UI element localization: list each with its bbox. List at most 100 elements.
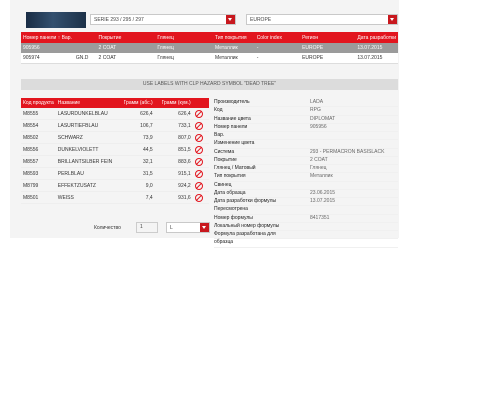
- column-header-code[interactable]: Код продукта: [21, 98, 56, 108]
- cell-code: M8556: [21, 143, 56, 156]
- property-row: образца: [214, 239, 398, 248]
- column-header-var[interactable]: [73, 32, 97, 43]
- property-label: Номер формулы: [214, 214, 253, 221]
- cell-grams-cum: 851,5: [154, 143, 193, 156]
- property-row: Изменение цвета: [214, 140, 398, 149]
- cell-grams-cum: 733,1: [154, 119, 193, 132]
- table-row[interactable]: M8556 DUNKELVIOLETT 44,5 851,5: [21, 143, 209, 156]
- prohibited-icon[interactable]: [194, 133, 203, 142]
- region-select[interactable]: EUROPE: [246, 14, 398, 25]
- table-row[interactable]: M8555 LASURDUNKELBLAU 626,4 626,4: [21, 108, 209, 120]
- cell-grams-abs: 106,7: [116, 119, 155, 132]
- chevron-down-icon[interactable]: [200, 223, 209, 232]
- cell-action: [192, 143, 209, 156]
- prohibited-icon[interactable]: [194, 121, 203, 130]
- cell-action: [192, 191, 209, 204]
- cell-name: EFFEKTZUSATZ: [55, 179, 117, 192]
- cell-color-index: -: [254, 53, 301, 64]
- cell-grams-abs: 73,9: [116, 131, 155, 144]
- table-header-row: Номер панели ↑ Вар. Покрытие Глянец Тип …: [21, 32, 398, 43]
- formula-variants-table: Номер панели ↑ Вар. Покрытие Глянец Тип …: [21, 32, 398, 64]
- cell-grams-cum: 924,2: [154, 179, 193, 192]
- property-row: Код RPG: [214, 107, 398, 116]
- quantity-input[interactable]: 1: [136, 222, 158, 233]
- hazard-notice-banner: USE LABELS WITH CLP HAZARD SYMBOL "DEAD …: [21, 79, 398, 90]
- region-select-value: EUROPE: [250, 17, 272, 23]
- cell-action: [192, 155, 209, 168]
- property-value: 23.06.2015: [310, 189, 336, 196]
- cell-grams-abs: 31,5: [116, 167, 155, 180]
- property-label: Дата образца: [214, 189, 246, 196]
- property-label: Вар.: [214, 132, 225, 138]
- cell-name: PERLBLAU: [55, 167, 117, 180]
- column-header-name[interactable]: Название: [55, 98, 117, 108]
- column-header-coating[interactable]: Покрытие: [96, 32, 156, 43]
- property-label: Система: [214, 148, 235, 155]
- cell-code: M8554: [21, 119, 56, 132]
- property-row: Тип покрытия Металлик: [214, 173, 398, 182]
- property-row: Свинец: [214, 182, 398, 190]
- cell-gloss: Глянец: [155, 43, 214, 53]
- cell-coating-type: Металлик: [213, 53, 255, 64]
- column-header-date[interactable]: Дата разработки: [355, 32, 398, 43]
- prohibited-icon[interactable]: [194, 145, 203, 154]
- table-row[interactable]: M8799 EFFEKTZUSATZ 9,0 924,2: [21, 179, 209, 192]
- formula-properties: Производитель LADA Код RPG Название цвета DIP…: [214, 99, 398, 248]
- column-header-coating-type[interactable]: Тип покрытия: [213, 32, 255, 43]
- cell-panel: 905974: [21, 53, 74, 64]
- column-header-panel[interactable]: Номер панели ↑ Вар.: [21, 32, 74, 43]
- table-row-selected[interactable]: 905956 2 COAT Глянец Металлик - EUROPE 1…: [21, 43, 398, 53]
- table-row[interactable]: 905974 GN.D 2 COAT Глянец Металлик - EUR…: [21, 53, 398, 64]
- table-row[interactable]: M8502 SCHWARZ 73,9 807,0: [21, 131, 209, 144]
- table-row[interactable]: M8554 LASURTIEFBLAU 106,7 733,1: [21, 119, 209, 132]
- property-value: 293 - PERMACRON BASISLACK: [310, 148, 385, 155]
- column-header-gloss[interactable]: Глянец: [155, 32, 214, 43]
- prohibited-icon[interactable]: [194, 193, 203, 202]
- column-header-color-index[interactable]: Color index: [254, 32, 301, 43]
- cell-color-index: -: [254, 43, 301, 53]
- property-row: Локальный номер формулы: [214, 223, 398, 231]
- cell-action: [192, 108, 209, 120]
- property-label: Производитель: [214, 99, 250, 105]
- property-label: Название цвета: [214, 115, 251, 122]
- column-header-grams-cum[interactable]: Грамм (кум.): [154, 98, 193, 108]
- cell-grams-cum: 915,1: [154, 167, 193, 180]
- cell-grams-cum: 807,0: [154, 131, 193, 144]
- cell-coating-type: Металлик: [213, 43, 255, 53]
- series-select[interactable]: SERIE 293 / 295 / 297: [90, 14, 236, 25]
- column-header-region[interactable]: Регион: [300, 32, 356, 43]
- prohibited-icon[interactable]: [194, 157, 203, 166]
- property-row: Система 293 - PERMACRON BASISLACK: [214, 149, 398, 157]
- cell-coating: 2 COAT: [96, 43, 156, 53]
- cell-name: DUNKELVIOLETT: [55, 143, 117, 156]
- quantity-label: Количество: [94, 225, 121, 231]
- property-value: 905956: [310, 123, 327, 130]
- property-label: Изменение цвета: [214, 140, 255, 147]
- chevron-down-icon[interactable]: [388, 15, 397, 24]
- unit-select[interactable]: L: [166, 222, 210, 233]
- property-value: 13.07.2015: [310, 198, 336, 204]
- cell-action: [192, 167, 209, 180]
- table-row[interactable]: M8501 WEISS 7,4 931,6: [21, 191, 209, 204]
- property-label: Свинец: [214, 181, 232, 188]
- property-label: образца: [214, 239, 234, 246]
- cell-panel: 905956: [21, 43, 74, 53]
- property-label: Код: [214, 107, 223, 114]
- chevron-down-icon[interactable]: [226, 15, 235, 24]
- prohibited-icon[interactable]: [194, 109, 203, 118]
- property-row: Глянец / Матовый Глянец: [214, 165, 398, 174]
- property-label: Номер панели: [214, 123, 248, 130]
- column-header-grams-abs[interactable]: Грамм (абс.): [116, 98, 155, 108]
- column-header-action: [192, 98, 209, 108]
- cell-code: M8502: [21, 131, 56, 144]
- property-row: Дата образца 23.06.2015: [214, 190, 398, 198]
- prohibited-icon[interactable]: [194, 181, 203, 190]
- cell-code: M8557: [21, 155, 56, 168]
- cell-gloss: Глянец: [155, 53, 214, 64]
- cell-name: WEISS: [55, 191, 117, 204]
- table-row[interactable]: M8593 PERLBLAU 31,5 915,1: [21, 167, 209, 180]
- table-header-row: Код продукта Название Грамм (абс.) Грамм…: [21, 98, 209, 108]
- prohibited-icon[interactable]: [194, 169, 203, 178]
- property-value: 2 COAT: [310, 156, 328, 163]
- table-row[interactable]: M8557 BRILLANTSILBER FEIN 32,1 883,6: [21, 155, 209, 168]
